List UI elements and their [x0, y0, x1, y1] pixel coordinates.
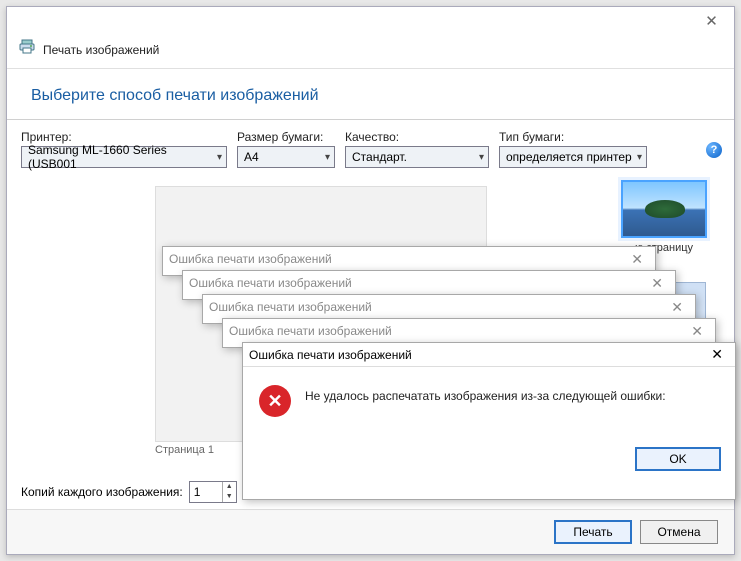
quality-select[interactable]: Стандарт. ▾ [345, 146, 489, 168]
error-title: Ошибка печати изображений [249, 348, 412, 362]
papersize-label: Размер бумаги: [237, 130, 335, 144]
chevron-down-icon: ▾ [633, 152, 642, 163]
error-title: Ошибка печати изображений [189, 276, 352, 290]
print-options-row: Принтер: Samsung ML-1660 Series (USB001 … [7, 120, 734, 174]
papertype-select[interactable]: определяется принтер ▾ [499, 146, 647, 168]
error-title: Ошибка печати изображений [229, 324, 392, 338]
quality-value: Стандарт. [352, 150, 407, 164]
layout-thumbnails: ю страницу [608, 174, 720, 254]
preview-caption: Страница 1 [155, 444, 214, 456]
papertype-value: определяется принтер [506, 150, 632, 164]
quality-label: Качество: [345, 130, 489, 144]
error-close-button[interactable]: ✕ [705, 346, 729, 363]
layout-thumb-fullpage[interactable] [621, 180, 707, 238]
printer-label: Принтер: [21, 130, 227, 144]
window-close-button[interactable]: ✕ [689, 7, 734, 35]
copies-label: Копий каждого изображения: [21, 485, 183, 499]
window-title: Печать изображений [43, 43, 159, 57]
papertype-label: Тип бумаги: [499, 130, 647, 144]
spinner-up-icon[interactable]: ▲ [223, 482, 236, 492]
printer-value: Samsung ML-1660 Series (USB001 [28, 143, 213, 171]
error-dialog-active: Ошибка печати изображений ✕ ✕ Не удалось… [242, 342, 736, 500]
error-title: Ошибка печати изображений [169, 252, 332, 266]
close-icon[interactable]: ✕ [685, 323, 709, 340]
close-icon[interactable]: ✕ [665, 299, 689, 316]
printer-icon [19, 39, 35, 60]
chevron-down-icon: ▾ [475, 152, 484, 163]
chevron-down-icon: ▾ [213, 152, 222, 163]
copies-spinner[interactable]: ▲ ▼ [189, 481, 237, 503]
error-ok-button[interactable]: OK [635, 447, 721, 471]
papersize-value: A4 [244, 150, 259, 164]
print-button[interactable]: Печать [554, 520, 632, 544]
banner-title: Выберите способ печати изображений [31, 87, 710, 105]
titlebar: ✕ [7, 7, 734, 35]
papersize-select[interactable]: A4 ▾ [237, 146, 335, 168]
error-message: Не удалось распечатать изображения из-за… [305, 385, 666, 417]
spinner-down-icon[interactable]: ▼ [223, 492, 236, 502]
footer: Печать Отмена [7, 509, 734, 554]
help-icon[interactable]: ? [706, 142, 722, 158]
cancel-button[interactable]: Отмена [640, 520, 718, 544]
copies-input[interactable] [190, 485, 222, 499]
header: Печать изображений [7, 35, 734, 68]
banner: Выберите способ печати изображений [7, 68, 734, 120]
chevron-down-icon: ▾ [321, 152, 330, 163]
close-icon[interactable]: ✕ [625, 251, 649, 268]
printer-select[interactable]: Samsung ML-1660 Series (USB001 ▾ [21, 146, 227, 168]
error-title: Ошибка печати изображений [209, 300, 372, 314]
close-icon[interactable]: ✕ [645, 275, 669, 292]
error-icon: ✕ [259, 385, 291, 417]
